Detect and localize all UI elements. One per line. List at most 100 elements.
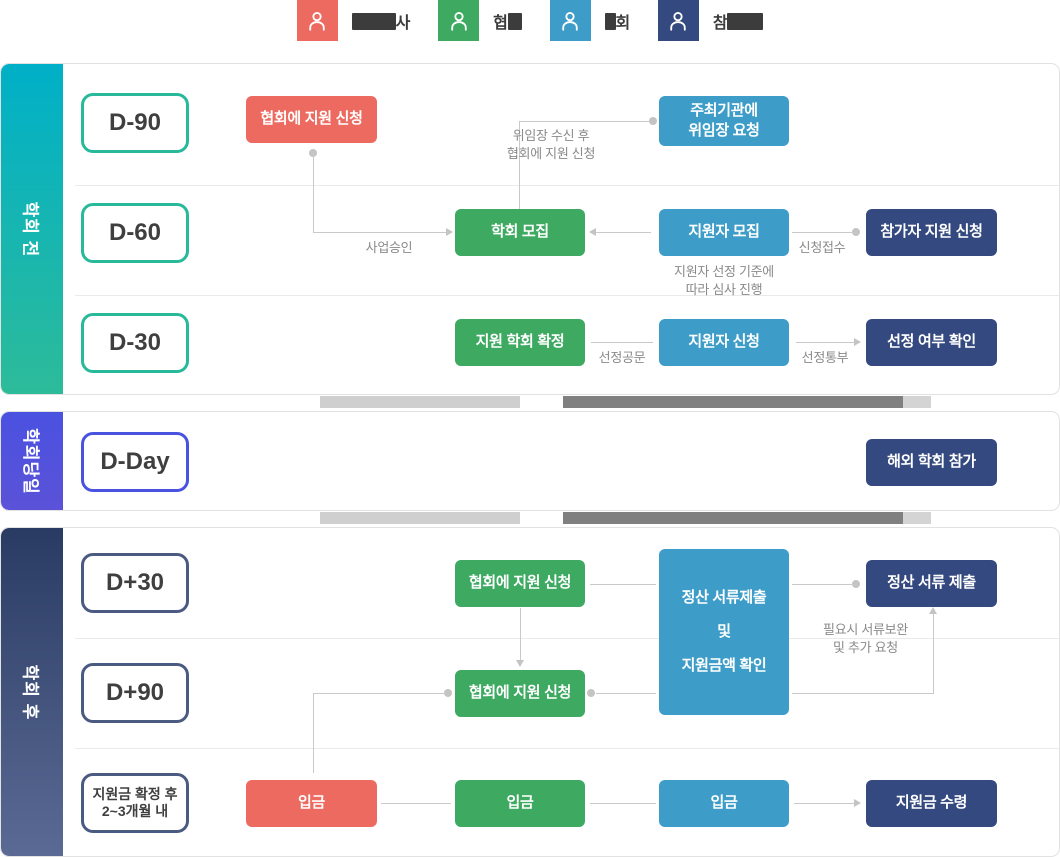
connector-line <box>596 693 656 694</box>
legend-swatch-participant <box>657 0 699 41</box>
legend-item-participant: 참참가자 <box>657 0 764 41</box>
edge-label-line-1: 필요시 서류보완 <box>823 622 908 637</box>
node-line-2: 및 <box>717 622 731 640</box>
connector-arrow <box>516 660 524 667</box>
node-deposit-host[interactable]: 입금 <box>246 780 377 827</box>
node-apply-to-association-d90[interactable]: 협회에 지원 신청 <box>455 670 585 717</box>
legend-label-association: 협협회 <box>493 9 522 33</box>
workflow-diagram: 주최사사 협협회 회학회 <box>0 0 1060 857</box>
chip-d-90: D-90 <box>81 93 189 153</box>
row-separator <box>75 748 1059 749</box>
connector-arrow <box>929 607 937 614</box>
edge-label-additional-docs-request: 필요시 서류보완 및 추가 요청 <box>803 621 928 657</box>
connector-line <box>313 693 446 694</box>
legend-item-conference: 회학회 <box>549 0 630 41</box>
node-participant-application[interactable]: 참가자 지원 신청 <box>866 209 997 256</box>
legend-label-participant: 참참가자 <box>713 9 764 33</box>
chip-d-plus-30: D+30 <box>81 553 189 613</box>
node-check-selection-result[interactable]: 선정 여부 확인 <box>866 319 997 366</box>
node-submit-settlement-docs[interactable]: 정산 서류 제출 <box>866 560 997 607</box>
connector-line <box>794 803 854 804</box>
edge-label-screening-criteria: 지원자 선정 기준에 따라 심사 진행 <box>634 263 814 299</box>
node-receive-grant[interactable]: 지원금 수령 <box>866 780 997 827</box>
edge-label-business-approval: 사업승인 <box>365 240 413 255</box>
connector-line <box>590 584 656 585</box>
node-request-delegation[interactable]: 주최기관에 위임장 요청 <box>659 96 789 146</box>
connector-line <box>520 608 521 661</box>
divider-segment <box>563 396 903 408</box>
edge-label-application-receipt: 신청접수 <box>798 240 846 255</box>
section-tab-pre: 학회 전 <box>1 64 63 394</box>
legend-swatch-conference <box>549 0 591 41</box>
legend-swatch-host <box>296 0 338 41</box>
connector-line <box>313 153 314 233</box>
section-divider-2 <box>0 512 1060 524</box>
chip-line-2: 2~3개월 내 <box>101 803 169 819</box>
node-deposit-association[interactable]: 입금 <box>455 780 585 827</box>
connector-line <box>792 693 934 694</box>
divider-segment <box>320 512 520 524</box>
section-tab-day: 학회당일 <box>1 412 63 510</box>
edge-label-line-2: 따라 심사 진행 <box>685 282 763 298</box>
divider-segment <box>563 512 903 524</box>
person-icon <box>309 11 325 31</box>
node-line-2: 위임장 요청 <box>688 122 760 139</box>
connector-line <box>792 584 854 585</box>
connector-line <box>590 803 656 804</box>
section-tab-label-post: 학회 후 <box>20 664 40 720</box>
connector-line <box>313 232 446 233</box>
person-icon <box>670 11 687 31</box>
connector-arrow <box>854 799 861 807</box>
legend-item-association: 협협회 <box>438 0 522 41</box>
edge-label-line-1: 위임장 수신 후 <box>512 128 590 143</box>
connector-line <box>313 693 314 773</box>
node-recruit-applicants[interactable]: 지원자 모집 <box>659 209 789 256</box>
node-deposit-conference[interactable]: 입금 <box>659 780 789 827</box>
edge-label-line-2: 협회에 지원 신청 <box>506 146 596 162</box>
divider-segment <box>903 512 931 524</box>
node-settlement-docs-and-amount[interactable]: 정산 서류제출 및 지원금액 확인 <box>659 549 789 715</box>
connector-line <box>792 232 854 233</box>
person-icon <box>562 11 578 31</box>
chip-d-60: D-60 <box>81 203 189 263</box>
chip-d-plus-90: D+90 <box>81 663 189 723</box>
person-icon <box>450 11 467 31</box>
connector-line <box>381 803 451 804</box>
legend-label-host: 주최사사 <box>351 9 410 33</box>
legend: 주최사사 협협회 회학회 <box>0 0 1060 41</box>
legend-swatch-association <box>438 0 480 41</box>
divider-segment <box>320 396 520 408</box>
row-separator <box>75 295 1059 296</box>
section-tab-label-pre: 학회 전 <box>20 201 40 257</box>
chip-d-30: D-30 <box>81 313 189 373</box>
connector-arrow <box>589 228 596 236</box>
node-applicant-application[interactable]: 지원자 신청 <box>659 319 789 366</box>
divider-segment <box>903 396 931 408</box>
section-tab-label-day: 학회당일 <box>20 427 40 495</box>
node-line-3: 지원금액 확인 <box>681 657 767 675</box>
node-apply-to-association-d90[interactable]: 협회에 지원 신청 <box>246 96 377 143</box>
connector-dot <box>649 117 657 125</box>
node-confirm-supported-conference[interactable]: 지원 학회 확정 <box>455 319 585 366</box>
node-line-1: 정산 서류제출 <box>681 588 767 606</box>
section-divider-1 <box>0 396 1060 408</box>
edge-label-line-2: 및 추가 요청 <box>833 640 898 656</box>
section-body-pre: D-90 협회에 지원 신청 주최기관에 위임장 요청 사업승인 위임장 수신 … <box>63 64 1059 394</box>
section-conference-day: 학회당일 D-Day 해외 학회 참가 <box>0 411 1060 511</box>
section-tab-post: 학회 후 <box>1 528 63 856</box>
chip-within-2-3-months: 지원금 확정 후 2~3개월 내 <box>81 773 189 833</box>
connector-line <box>933 612 934 694</box>
connector-dot <box>587 689 595 697</box>
edge-label-selection-notice: 선정공문 <box>598 350 646 365</box>
node-recruit-conferences[interactable]: 학회 모집 <box>455 209 585 256</box>
legend-label-conference: 회학회 <box>604 9 630 33</box>
section-body-day: D-Day 해외 학회 참가 <box>63 412 1059 510</box>
chip-line-1: 지원금 확정 후 <box>92 785 178 802</box>
edge-label-after-delegation: 위임장 수신 후 협회에 지원 신청 <box>461 127 641 163</box>
connector-arrow <box>446 228 453 236</box>
section-body-post: D+30 협회에 지원 신청 정산 서류제출 및 지원금액 확인 정산 서류 제… <box>63 528 1059 856</box>
node-apply-to-association-d30[interactable]: 협회에 지원 신청 <box>455 560 585 607</box>
node-attend-overseas-conference[interactable]: 해외 학회 참가 <box>866 439 997 486</box>
connector-line <box>519 121 650 122</box>
connector-line <box>796 342 854 343</box>
